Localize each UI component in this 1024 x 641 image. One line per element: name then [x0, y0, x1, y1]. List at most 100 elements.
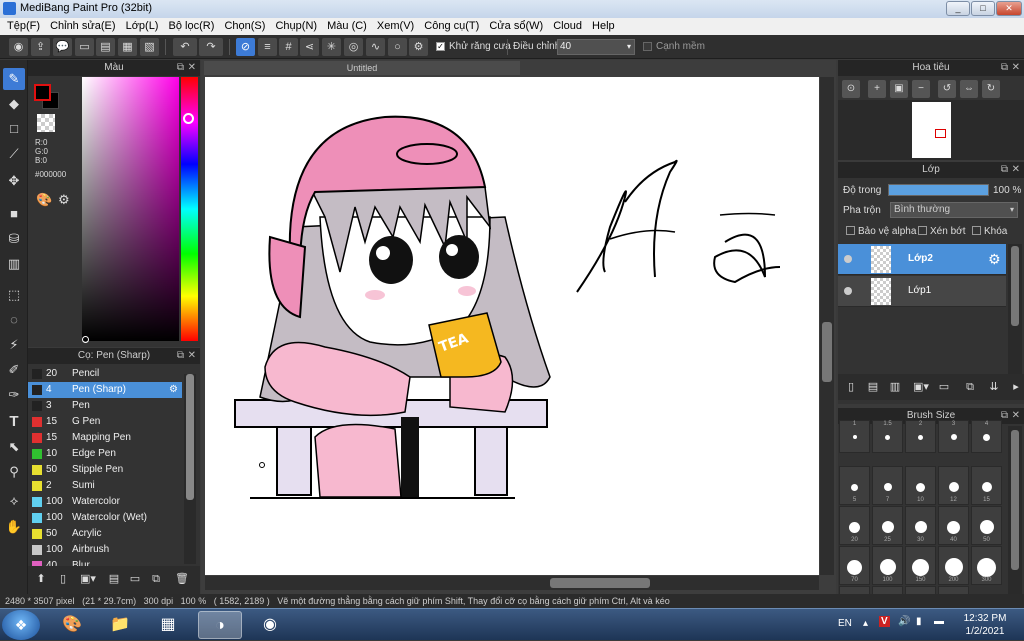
snap-off-icon[interactable]: ⊘: [236, 38, 255, 56]
eyedropper-tool-icon[interactable]: ⚲: [3, 461, 25, 483]
close-button[interactable]: ✕: [996, 1, 1022, 16]
show-hidden-icon[interactable]: ▴: [863, 618, 868, 629]
scrollbar-thumb[interactable]: [1011, 246, 1019, 326]
spoid-tool-icon[interactable]: ⟡: [3, 490, 25, 512]
gradient-tool-icon[interactable]: ▥: [3, 253, 25, 275]
drawing-canvas[interactable]: TEA: [205, 77, 819, 575]
sv-cursor[interactable]: [82, 336, 89, 343]
comment-icon[interactable]: ▭: [75, 38, 94, 56]
medibang-taskbar-icon[interactable]: ◑: [198, 611, 242, 639]
bucket-tool-icon[interactable]: ⛁: [3, 228, 25, 250]
brush-item[interactable]: 50 Stipple Pen: [28, 462, 182, 478]
network-icon[interactable]: ▮: [916, 616, 922, 627]
foreground-color-swatch[interactable]: [34, 84, 51, 101]
curve-icon[interactable]: ∿: [366, 38, 385, 56]
scrollbar-thumb[interactable]: [822, 322, 832, 382]
color-tools-icon[interactable]: ⚙: [58, 192, 74, 208]
select-eraser-tool-icon[interactable]: ✑: [3, 384, 25, 406]
brush-size-option[interactable]: 300: [971, 546, 1002, 585]
brush-size-option[interactable]: 5: [839, 466, 870, 505]
protect-alpha-checkbox[interactable]: Bảo vệ alpha: [846, 226, 916, 237]
grid-snap-icon[interactable]: #: [279, 38, 298, 56]
antialias-checkbox[interactable]: ✓: [436, 42, 445, 51]
undock-icon[interactable]: ⧉: [1001, 60, 1008, 75]
maximize-button[interactable]: □: [971, 1, 995, 16]
brush-item[interactable]: 10 Edge Pen: [28, 446, 182, 462]
magic-wand-tool-icon[interactable]: ⚡: [3, 334, 25, 356]
horizontal-scrollbar[interactable]: [205, 576, 819, 590]
menu-cloud[interactable]: Cloud: [553, 18, 582, 32]
menu-file[interactable]: Tệp(F): [7, 18, 40, 32]
clipping-checkbox[interactable]: Xén bớt: [918, 226, 965, 237]
brush-folder-icon[interactable]: ▭: [127, 571, 143, 587]
fill-rect-tool-icon[interactable]: ■: [3, 203, 25, 225]
stabilizer-select[interactable]: 40 ▾: [557, 39, 635, 55]
add-brush-menu-icon[interactable]: ▣▾: [76, 571, 100, 587]
flip-icon[interactable]: ⇔: [960, 80, 978, 98]
export-icon[interactable]: ⇪: [31, 38, 50, 56]
zoom-actual-icon[interactable]: ⊙: [842, 80, 860, 98]
undock-icon[interactable]: ⧉: [177, 348, 184, 363]
layer-more-icon[interactable]: ▸: [1008, 379, 1024, 395]
layer-list-scrollbar[interactable]: [1008, 244, 1022, 392]
shape-tool-icon[interactable]: □: [3, 118, 25, 140]
transparent-color-swatch[interactable]: [37, 114, 55, 132]
brush-cloud-icon[interactable]: ⬆: [33, 571, 49, 587]
brush-item[interactable]: 20 Pencil: [28, 366, 182, 382]
clock[interactable]: 12:32 PM 1/2/2021: [958, 612, 1012, 638]
rotate-right-icon[interactable]: ↻: [982, 80, 1000, 98]
layer-settings-icon[interactable]: ⚙: [988, 251, 1001, 268]
brush-item[interactable]: 4 Pen (Sharp) ⚙: [28, 382, 182, 398]
lasso-tool-icon[interactable]: ◌: [3, 309, 25, 331]
chrome-icon[interactable]: ◉: [248, 611, 292, 639]
minimize-button[interactable]: _: [946, 1, 970, 16]
chat-icon[interactable]: 💬: [53, 38, 72, 56]
brush-item[interactable]: 2 Sumi: [28, 478, 182, 494]
delete-brush-icon[interactable]: 🗑: [174, 571, 190, 587]
battery-icon[interactable]: ▬: [934, 616, 944, 627]
menu-layer[interactable]: Lớp(L): [126, 18, 159, 32]
document-tab[interactable]: Untitled: [204, 61, 520, 75]
opacity-slider[interactable]: [888, 184, 989, 196]
duplicate-brush-icon[interactable]: ⧉: [148, 571, 164, 587]
radial-icon[interactable]: ✳: [322, 38, 341, 56]
soft-edge-checkbox[interactable]: [643, 42, 652, 51]
brush-item[interactable]: 3 Pen: [28, 398, 182, 414]
volume-icon[interactable]: 🔊: [898, 616, 910, 627]
antivirus-icon[interactable]: V: [879, 616, 890, 627]
brush-item[interactable]: 40 Blur: [28, 558, 182, 566]
file-explorer-icon[interactable]: 📁: [98, 611, 142, 639]
brush-size-option[interactable]: 4: [971, 420, 1002, 453]
layer-row[interactable]: Lớp1: [838, 276, 1006, 307]
brush-size-option[interactable]: 30: [905, 506, 936, 545]
brush-size-option[interactable]: 150: [905, 546, 936, 585]
hand-tool-icon[interactable]: ✋: [3, 516, 25, 538]
zoom-in-icon[interactable]: +: [868, 80, 886, 98]
merge-layer-icon[interactable]: ⇊: [986, 379, 1002, 395]
close-icon[interactable]: ✕: [1012, 60, 1020, 75]
new-brush-icon[interactable]: ▯: [55, 571, 71, 587]
menu-help[interactable]: Help: [592, 18, 615, 32]
brush-size-option[interactable]: 200: [938, 546, 969, 585]
lock-checkbox[interactable]: Khóa: [972, 226, 1007, 237]
brush-size-option[interactable]: 20: [839, 506, 870, 545]
brush-size-option[interactable]: 1.5: [872, 420, 903, 453]
new-1bit-layer-icon[interactable]: ▥: [887, 379, 903, 395]
navigator-preview[interactable]: [838, 100, 1024, 160]
settings-icon[interactable]: ⚙: [409, 38, 428, 56]
layer-row[interactable]: Lớp2 ⚙: [838, 244, 1006, 275]
select-tool-icon[interactable]: ⬚: [3, 284, 25, 306]
operation-tool-icon[interactable]: ⬉: [3, 436, 25, 458]
perspective-icon[interactable]: ⋖: [300, 38, 319, 56]
language-indicator[interactable]: EN: [838, 618, 852, 629]
circle-icon[interactable]: ○: [388, 38, 407, 56]
layers-icon[interactable]: ▧: [140, 38, 159, 56]
viewport-indicator[interactable]: [935, 129, 946, 138]
zoom-out-icon[interactable]: −: [912, 80, 930, 98]
menu-tools[interactable]: Công cụ(T): [424, 18, 479, 32]
select-pen-tool-icon[interactable]: ✐: [3, 359, 25, 381]
brush-size-option[interactable]: 40: [938, 506, 969, 545]
close-icon[interactable]: ✕: [1012, 408, 1020, 423]
brush-item[interactable]: 50 Acrylic: [28, 526, 182, 542]
palette-icon[interactable]: 🎨: [36, 192, 52, 208]
